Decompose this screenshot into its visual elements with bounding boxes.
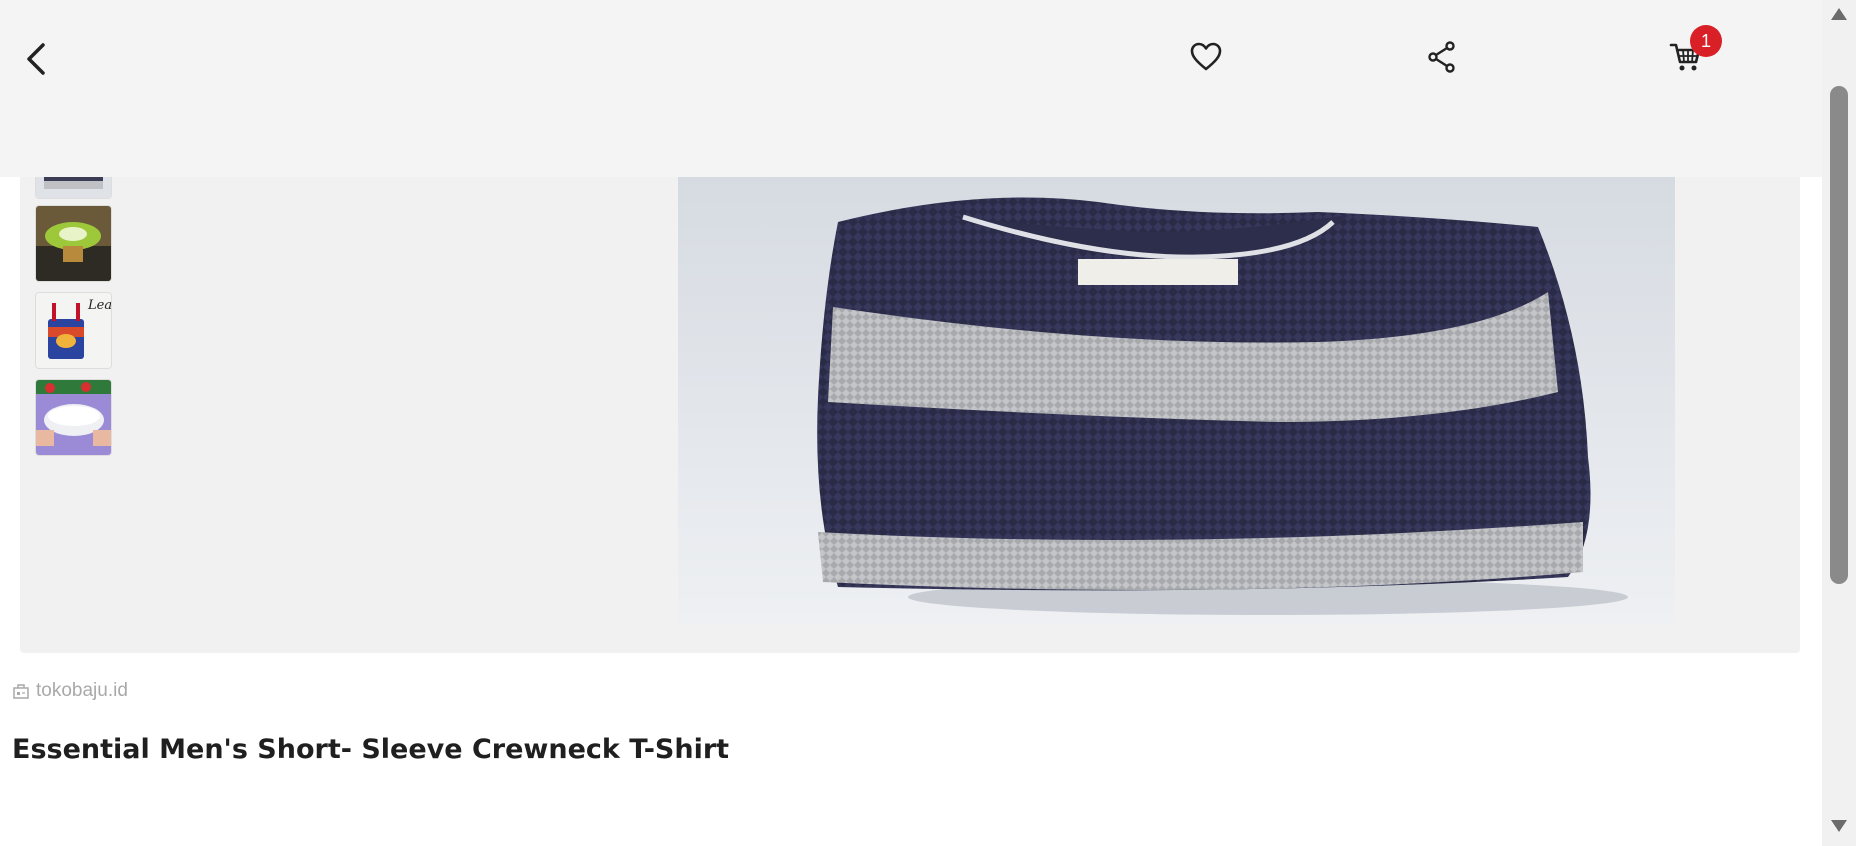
store-icon bbox=[13, 684, 29, 699]
chevron-left-icon bbox=[27, 43, 45, 75]
shop-info[interactable]: tokobaju.id bbox=[12, 680, 128, 702]
thumbnail-food-container[interactable] bbox=[35, 379, 112, 456]
product-title: Essential Men's Short- Sleeve Crewneck T… bbox=[12, 734, 730, 765]
food-container-thumbnail bbox=[36, 380, 111, 455]
heart-outline-icon bbox=[1190, 42, 1222, 71]
cart-count-badge: 1 bbox=[1690, 25, 1722, 57]
green-bowl-thumbnail bbox=[36, 206, 111, 281]
scroll-down-arrow[interactable] bbox=[1831, 820, 1847, 832]
thumbnail-tin-can[interactable]: Leak bbox=[35, 292, 112, 369]
scrollbar-thumb[interactable] bbox=[1830, 86, 1848, 584]
striped-knit-sweater-image bbox=[678, 177, 1675, 624]
tin-can-thumbnail: Leak bbox=[36, 293, 111, 368]
share-icon bbox=[1428, 41, 1455, 73]
share-button[interactable] bbox=[1414, 29, 1470, 85]
back-button[interactable] bbox=[10, 31, 66, 87]
scroll-up-arrow[interactable] bbox=[1831, 8, 1847, 20]
main-product-image[interactable] bbox=[678, 177, 1675, 624]
svg-text:Leak: Leak bbox=[87, 298, 111, 313]
product-gallery: Leak bbox=[20, 150, 1800, 653]
thumbnail-green-bowl[interactable] bbox=[35, 205, 112, 282]
shop-name[interactable]: tokobaju.id bbox=[36, 680, 128, 702]
vertical-scrollbar[interactable] bbox=[1822, 0, 1856, 846]
top-navigation-bar: 1 bbox=[0, 0, 1822, 177]
wishlist-button[interactable] bbox=[1178, 29, 1234, 85]
